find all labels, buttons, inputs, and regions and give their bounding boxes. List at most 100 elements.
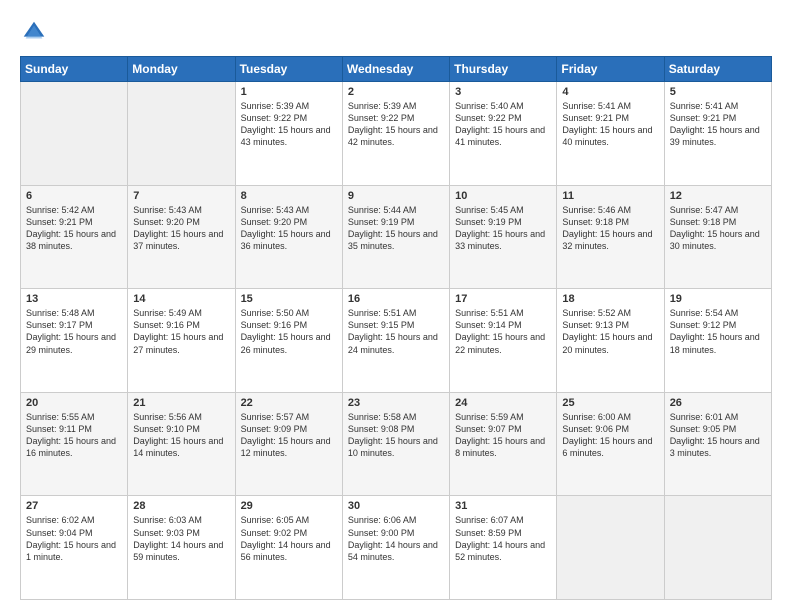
day-number: 8 <box>241 190 337 202</box>
cell-content: Sunrise: 5:41 AMSunset: 9:21 PMDaylight:… <box>670 100 766 149</box>
week-row-5: 27 Sunrise: 6:02 AMSunset: 9:04 PMDayligh… <box>21 496 772 600</box>
cell-content: Sunrise: 5:51 AMSunset: 9:15 PMDaylight:… <box>348 307 444 356</box>
calendar-cell: 15 Sunrise: 5:50 AMSunset: 9:16 PMDayligh… <box>235 289 342 393</box>
calendar-cell: 26 Sunrise: 6:01 AMSunset: 9:05 PMDayligh… <box>664 392 771 496</box>
calendar-cell: 30Sunrise: 6:06 AMSunset: 9:00 PMDayligh… <box>342 496 449 600</box>
cell-content: Sunrise: 6:01 AMSunset: 9:05 PMDaylight:… <box>670 411 766 460</box>
logo-icon <box>20 18 48 46</box>
calendar-cell: 1 Sunrise: 5:39 AMSunset: 9:22 PMDaylight… <box>235 82 342 186</box>
day-header-friday: Friday <box>557 57 664 82</box>
calendar-cell: 19Sunrise: 5:54 AMSunset: 9:12 PMDayligh… <box>664 289 771 393</box>
cell-content: Sunrise: 5:46 AMSunset: 9:18 PMDaylight:… <box>562 204 658 253</box>
day-number: 2 <box>348 86 444 98</box>
week-row-1: 1 Sunrise: 5:39 AMSunset: 9:22 PMDaylight… <box>21 82 772 186</box>
day-number: 21 <box>133 397 229 409</box>
week-row-4: 20 Sunrise: 5:55 AMSunset: 9:11 PMDayligh… <box>21 392 772 496</box>
calendar-cell <box>128 82 235 186</box>
header <box>20 18 772 46</box>
day-header-sunday: Sunday <box>21 57 128 82</box>
calendar-cell: 27 Sunrise: 6:02 AMSunset: 9:04 PMDayligh… <box>21 496 128 600</box>
calendar-cell: 16 Sunrise: 5:51 AMSunset: 9:15 PMDayligh… <box>342 289 449 393</box>
calendar-cell: 28Sunrise: 6:03 AMSunset: 9:03 PMDayligh… <box>128 496 235 600</box>
cell-content: Sunrise: 5:47 AMSunset: 9:18 PMDaylight:… <box>670 204 766 253</box>
cell-content: Sunrise: 5:59 AMSunset: 9:07 PMDaylight:… <box>455 411 551 460</box>
cell-content: Sunrise: 5:42 AMSunset: 9:21 PMDaylight:… <box>26 204 122 253</box>
calendar-cell: 25Sunrise: 6:00 AMSunset: 9:06 PMDayligh… <box>557 392 664 496</box>
cell-content: Sunrise: 6:03 AMSunset: 9:03 PMDaylight:… <box>133 514 229 563</box>
day-number: 29 <box>241 500 337 512</box>
calendar-cell: 29 Sunrise: 6:05 AMSunset: 9:02 PMDayligh… <box>235 496 342 600</box>
day-number: 17 <box>455 293 551 305</box>
calendar-cell: 4Sunrise: 5:41 AMSunset: 9:21 PMDaylight… <box>557 82 664 186</box>
cell-content: Sunrise: 6:00 AMSunset: 9:06 PMDaylight:… <box>562 411 658 460</box>
calendar-cell: 17 Sunrise: 5:51 AMSunset: 9:14 PMDayligh… <box>450 289 557 393</box>
day-number: 1 <box>241 86 337 98</box>
day-number: 26 <box>670 397 766 409</box>
day-number: 14 <box>133 293 229 305</box>
calendar-cell: 13Sunrise: 5:48 AMSunset: 9:17 PMDayligh… <box>21 289 128 393</box>
calendar-cell: 18Sunrise: 5:52 AMSunset: 9:13 PMDayligh… <box>557 289 664 393</box>
cell-content: Sunrise: 5:51 AMSunset: 9:14 PMDaylight:… <box>455 307 551 356</box>
cell-content: Sunrise: 5:44 AMSunset: 9:19 PMDaylight:… <box>348 204 444 253</box>
calendar-cell: 5 Sunrise: 5:41 AMSunset: 9:21 PMDaylight… <box>664 82 771 186</box>
day-header-wednesday: Wednesday <box>342 57 449 82</box>
cell-content: Sunrise: 5:43 AMSunset: 9:20 PMDaylight:… <box>133 204 229 253</box>
cell-content: Sunrise: 5:58 AMSunset: 9:08 PMDaylight:… <box>348 411 444 460</box>
day-header-saturday: Saturday <box>664 57 771 82</box>
day-number: 5 <box>670 86 766 98</box>
calendar-cell: 14 Sunrise: 5:49 AMSunset: 9:16 PMDayligh… <box>128 289 235 393</box>
day-number: 13 <box>26 293 122 305</box>
day-number: 7 <box>133 190 229 202</box>
cell-content: Sunrise: 5:43 AMSunset: 9:20 PMDaylight:… <box>241 204 337 253</box>
day-number: 23 <box>348 397 444 409</box>
cell-content: Sunrise: 5:57 AMSunset: 9:09 PMDaylight:… <box>241 411 337 460</box>
day-header-thursday: Thursday <box>450 57 557 82</box>
cell-content: Sunrise: 5:56 AMSunset: 9:10 PMDaylight:… <box>133 411 229 460</box>
day-number: 11 <box>562 190 658 202</box>
calendar-cell: 31 Sunrise: 6:07 AMSunset: 8:59 PMDayligh… <box>450 496 557 600</box>
day-number: 22 <box>241 397 337 409</box>
day-number: 24 <box>455 397 551 409</box>
cell-content: Sunrise: 6:05 AMSunset: 9:02 PMDaylight:… <box>241 514 337 563</box>
day-number: 12 <box>670 190 766 202</box>
calendar-cell: 11 Sunrise: 5:46 AMSunset: 9:18 PMDayligh… <box>557 185 664 289</box>
page: SundayMondayTuesdayWednesdayThursdayFrid… <box>0 0 792 612</box>
day-number: 16 <box>348 293 444 305</box>
day-number: 4 <box>562 86 658 98</box>
day-header-monday: Monday <box>128 57 235 82</box>
calendar-cell: 7 Sunrise: 5:43 AMSunset: 9:20 PMDaylight… <box>128 185 235 289</box>
day-number: 30 <box>348 500 444 512</box>
calendar-cell: 20 Sunrise: 5:55 AMSunset: 9:11 PMDayligh… <box>21 392 128 496</box>
week-row-3: 13Sunrise: 5:48 AMSunset: 9:17 PMDayligh… <box>21 289 772 393</box>
calendar-cell: 2 Sunrise: 5:39 AMSunset: 9:22 PMDaylight… <box>342 82 449 186</box>
day-number: 3 <box>455 86 551 98</box>
day-number: 9 <box>348 190 444 202</box>
calendar-table: SundayMondayTuesdayWednesdayThursdayFrid… <box>20 56 772 600</box>
cell-content: Sunrise: 5:45 AMSunset: 9:19 PMDaylight:… <box>455 204 551 253</box>
calendar-cell <box>21 82 128 186</box>
cell-content: Sunrise: 5:39 AMSunset: 9:22 PMDaylight:… <box>241 100 337 149</box>
cell-content: Sunrise: 5:50 AMSunset: 9:16 PMDaylight:… <box>241 307 337 356</box>
calendar-cell: 8 Sunrise: 5:43 AMSunset: 9:20 PMDaylight… <box>235 185 342 289</box>
calendar-cell <box>664 496 771 600</box>
day-number: 15 <box>241 293 337 305</box>
cell-content: Sunrise: 6:02 AMSunset: 9:04 PMDaylight:… <box>26 514 122 563</box>
cell-content: Sunrise: 6:07 AMSunset: 8:59 PMDaylight:… <box>455 514 551 563</box>
cell-content: Sunrise: 5:49 AMSunset: 9:16 PMDaylight:… <box>133 307 229 356</box>
day-number: 6 <box>26 190 122 202</box>
day-number: 31 <box>455 500 551 512</box>
day-header-tuesday: Tuesday <box>235 57 342 82</box>
calendar-cell: 3Sunrise: 5:40 AMSunset: 9:22 PMDaylight… <box>450 82 557 186</box>
cell-content: Sunrise: 5:52 AMSunset: 9:13 PMDaylight:… <box>562 307 658 356</box>
calendar-cell: 9 Sunrise: 5:44 AMSunset: 9:19 PMDaylight… <box>342 185 449 289</box>
calendar-cell: 6 Sunrise: 5:42 AMSunset: 9:21 PMDaylight… <box>21 185 128 289</box>
calendar-cell: 23 Sunrise: 5:58 AMSunset: 9:08 PMDayligh… <box>342 392 449 496</box>
day-number: 20 <box>26 397 122 409</box>
day-number: 10 <box>455 190 551 202</box>
cell-content: Sunrise: 5:55 AMSunset: 9:11 PMDaylight:… <box>26 411 122 460</box>
cell-content: Sunrise: 5:54 AMSunset: 9:12 PMDaylight:… <box>670 307 766 356</box>
logo <box>20 18 52 46</box>
calendar-cell: 22 Sunrise: 5:57 AMSunset: 9:09 PMDayligh… <box>235 392 342 496</box>
day-number: 27 <box>26 500 122 512</box>
cell-content: Sunrise: 5:39 AMSunset: 9:22 PMDaylight:… <box>348 100 444 149</box>
